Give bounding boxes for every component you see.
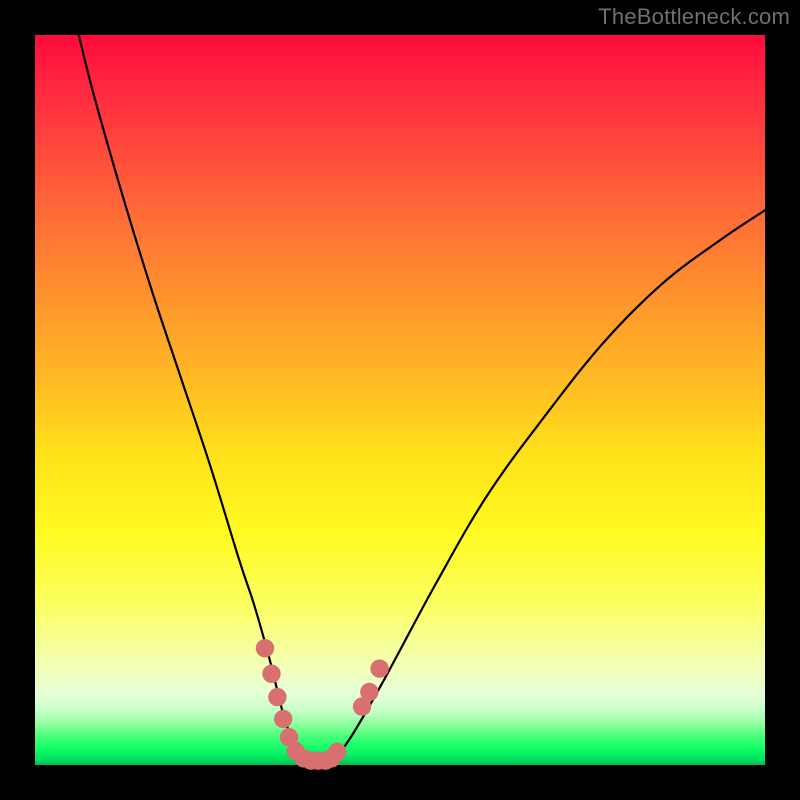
marker-dot (256, 639, 274, 657)
plot-area (35, 35, 765, 765)
marker-dot (328, 743, 346, 761)
curve-markers (256, 639, 389, 770)
watermark-text: TheBottleneck.com (598, 4, 790, 30)
marker-dot (360, 683, 378, 701)
chart-svg (35, 35, 765, 765)
marker-dot (274, 710, 292, 728)
bottleneck-curve (79, 35, 765, 762)
marker-dot (370, 659, 388, 677)
marker-dot (262, 665, 280, 683)
chart-frame: TheBottleneck.com (0, 0, 800, 800)
marker-dot (268, 688, 286, 706)
